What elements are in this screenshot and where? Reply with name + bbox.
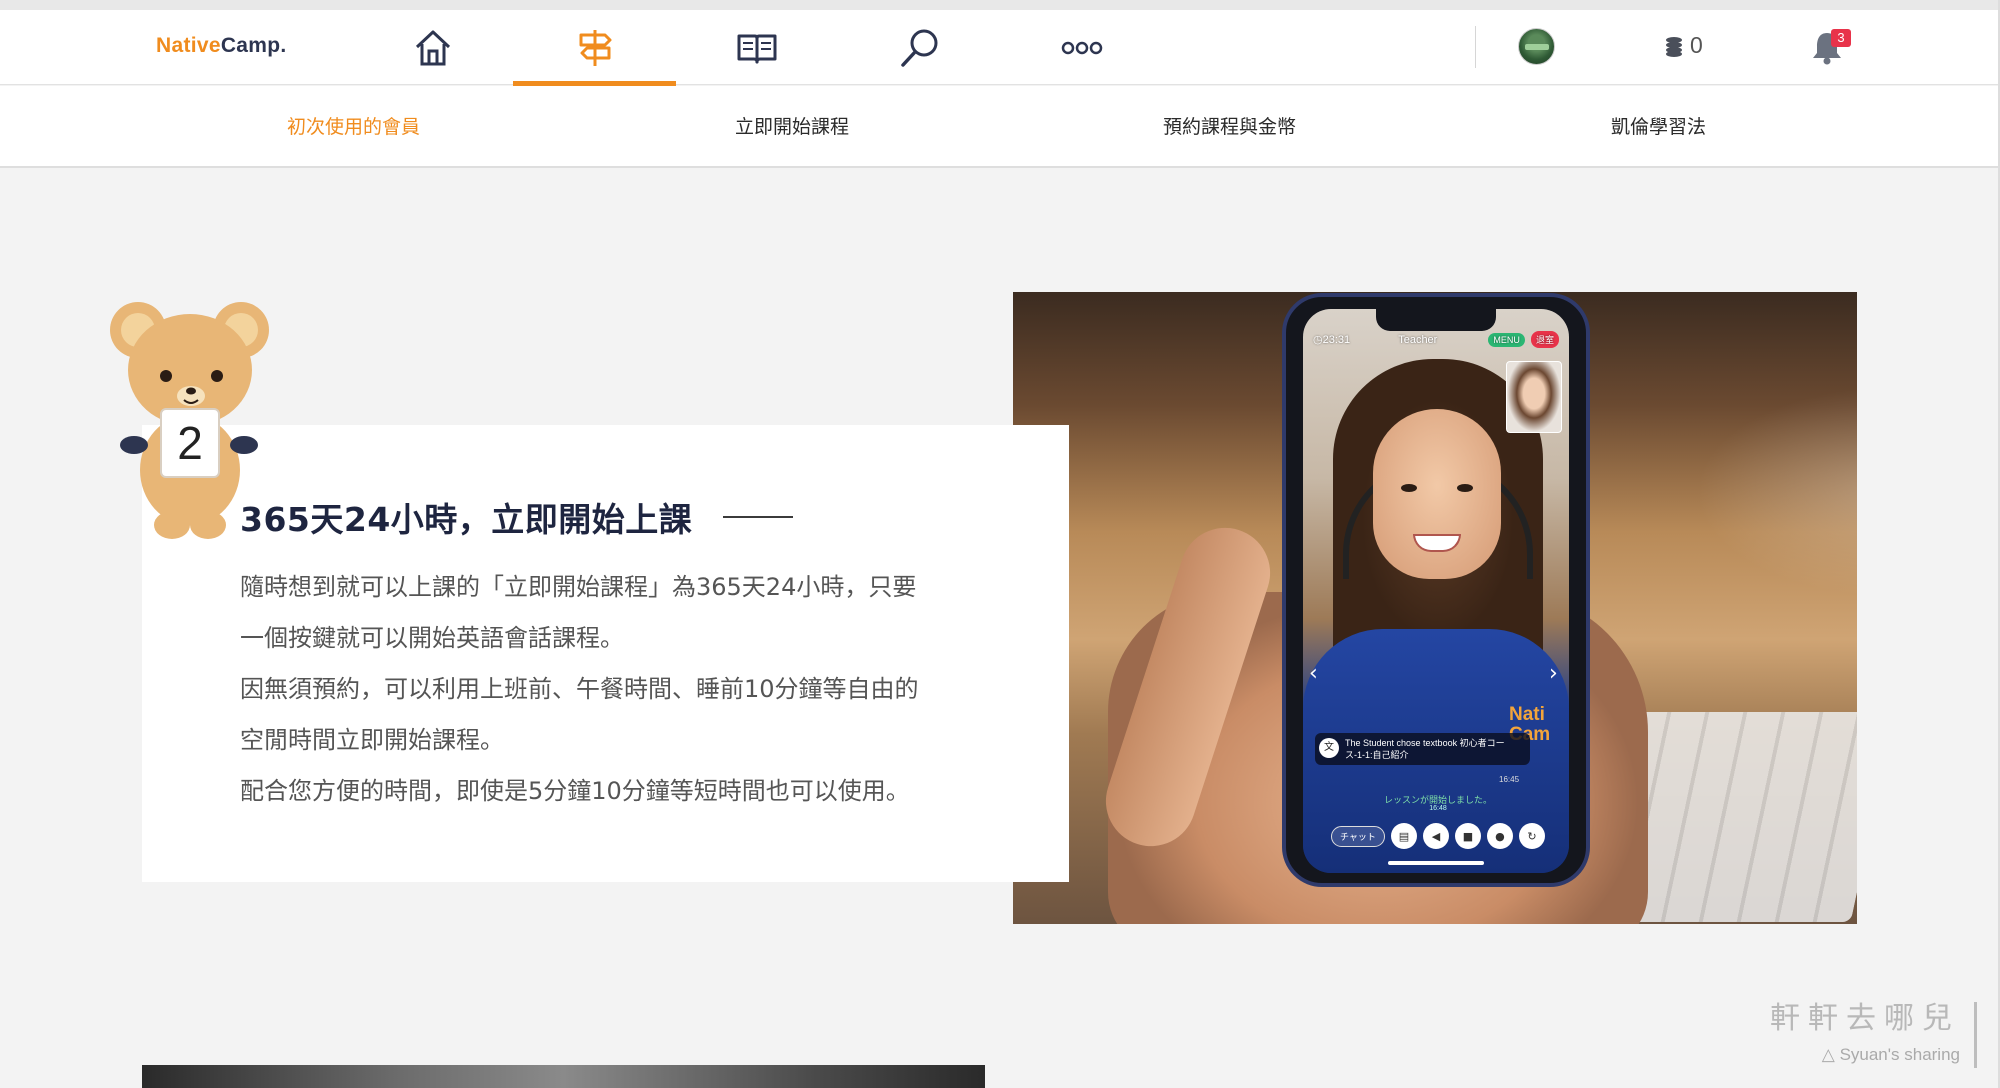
chevron-right-icon[interactable]: ›	[1549, 661, 1558, 686]
subnav-reservation-coins[interactable]: 預約課程與金幣	[1163, 112, 1296, 139]
mic-icon[interactable]: ●	[1486, 823, 1513, 849]
menu-button[interactable]: MENU	[1488, 333, 1525, 347]
watermark: 軒軒去哪兒 △ Syuan's sharing	[1770, 993, 1960, 1065]
lesson-timer: ◷23:31	[1313, 334, 1351, 346]
top-strip	[0, 0, 2000, 10]
chat-message: 文 The Student chose textbook 初心者コース-1-1:…	[1315, 733, 1530, 765]
warning-triangle-icon: △	[1821, 1045, 1840, 1064]
nav-more[interactable]	[1000, 10, 1163, 85]
nav-start-lesson[interactable]	[513, 10, 676, 86]
coin-count: 0	[1690, 32, 1703, 58]
subnav-callan-method[interactable]: 凱倫學習法	[1611, 112, 1706, 139]
nav-home[interactable]	[351, 10, 514, 85]
system-timestamp: 16:48	[1429, 805, 1447, 812]
teacher-face	[1373, 409, 1501, 579]
step-number-card: 2	[160, 408, 220, 478]
body-line: 因無須預約，可以利用上班前、午餐時間、睡前10分鐘等自由的	[240, 675, 919, 703]
phone-screen: ◷23:31 Teacher MENU 退室 ‹ › Nati Cam 文 The…	[1303, 309, 1569, 873]
chevron-left-icon[interactable]: ‹	[1309, 661, 1318, 686]
next-section-image	[142, 1065, 985, 1088]
coin-balance[interactable]: 0	[1664, 32, 1703, 59]
watermark-english: △ Syuan's sharing	[1821, 1045, 1960, 1064]
section-title: 365天24小時，立即開始上課	[240, 500, 693, 539]
eye	[1401, 484, 1417, 492]
search-icon	[900, 29, 937, 67]
section-body: 隨時想到就可以上課的「立即開始課程」為365天24小時，只要 一個按鍵就可以開始…	[240, 562, 975, 817]
book-icon	[737, 34, 776, 63]
home-indicator	[1388, 861, 1484, 865]
role-label: Teacher	[1398, 333, 1438, 346]
phone-notch	[1376, 309, 1496, 331]
body-line: 一個按鍵就可以開始英語會話課程。	[240, 624, 624, 652]
watermark-chinese: 軒軒去哪兒	[1770, 1001, 1960, 1036]
student-video-thumbnail	[1506, 361, 1562, 433]
sub-navigation: 初次使用的會員 立即開始課程 預約課程與金幣 凱倫學習法	[0, 86, 2000, 168]
notification-badge: 3	[1831, 29, 1851, 47]
more-icon	[1061, 41, 1102, 54]
subnav-start-lesson-now[interactable]: 立即開始課程	[735, 112, 849, 139]
subnav-first-time-members[interactable]: 初次使用的會員	[287, 112, 420, 139]
refresh-icon[interactable]: ↻	[1518, 823, 1545, 849]
exit-button[interactable]: 退室	[1530, 331, 1559, 348]
chat-timestamp: 16:45	[1499, 775, 1520, 784]
eye	[1457, 484, 1473, 492]
nav-search[interactable]	[838, 10, 1001, 85]
lesson-controls: チャット ▤ ◀ ■ ● ↻	[1331, 823, 1545, 849]
body-line: 隨時想到就可以上課的「立即開始課程」為365天24小時，只要	[240, 573, 917, 601]
lesson-status-bar: ◷23:31 Teacher MENU 退室	[1313, 331, 1559, 348]
avatar[interactable]	[1518, 28, 1555, 65]
body-line: 配合您方便的時間，即使是5分鐘10分鐘等短時間也可以使用。	[240, 777, 910, 805]
body-line: 空閒時間立即開始課程。	[240, 726, 504, 754]
top-header: NativeCamp. 0 3	[0, 10, 2000, 86]
translate-icon[interactable]: 文	[1319, 738, 1339, 758]
smile	[1413, 534, 1461, 552]
nativecamp-logo[interactable]: NativeCamp.	[156, 34, 287, 58]
signpost-icon	[579, 29, 611, 66]
home-icon	[415, 30, 450, 65]
watermark-bar	[1974, 1002, 1977, 1068]
chat-button[interactable]: チャット	[1331, 825, 1385, 847]
coin-stack-icon	[1666, 36, 1682, 57]
camera-icon[interactable]: ■	[1454, 823, 1481, 849]
smartphone: ◷23:31 Teacher MENU 退室 ‹ › Nati Cam 文 The…	[1282, 293, 1590, 887]
nav-textbooks[interactable]	[675, 10, 838, 85]
status-actions: MENU 退室	[1485, 331, 1559, 348]
header-divider	[1475, 26, 1476, 68]
volume-icon[interactable]: ◀	[1422, 823, 1449, 849]
title-rule	[723, 516, 793, 518]
textbook-icon[interactable]: ▤	[1390, 823, 1417, 849]
